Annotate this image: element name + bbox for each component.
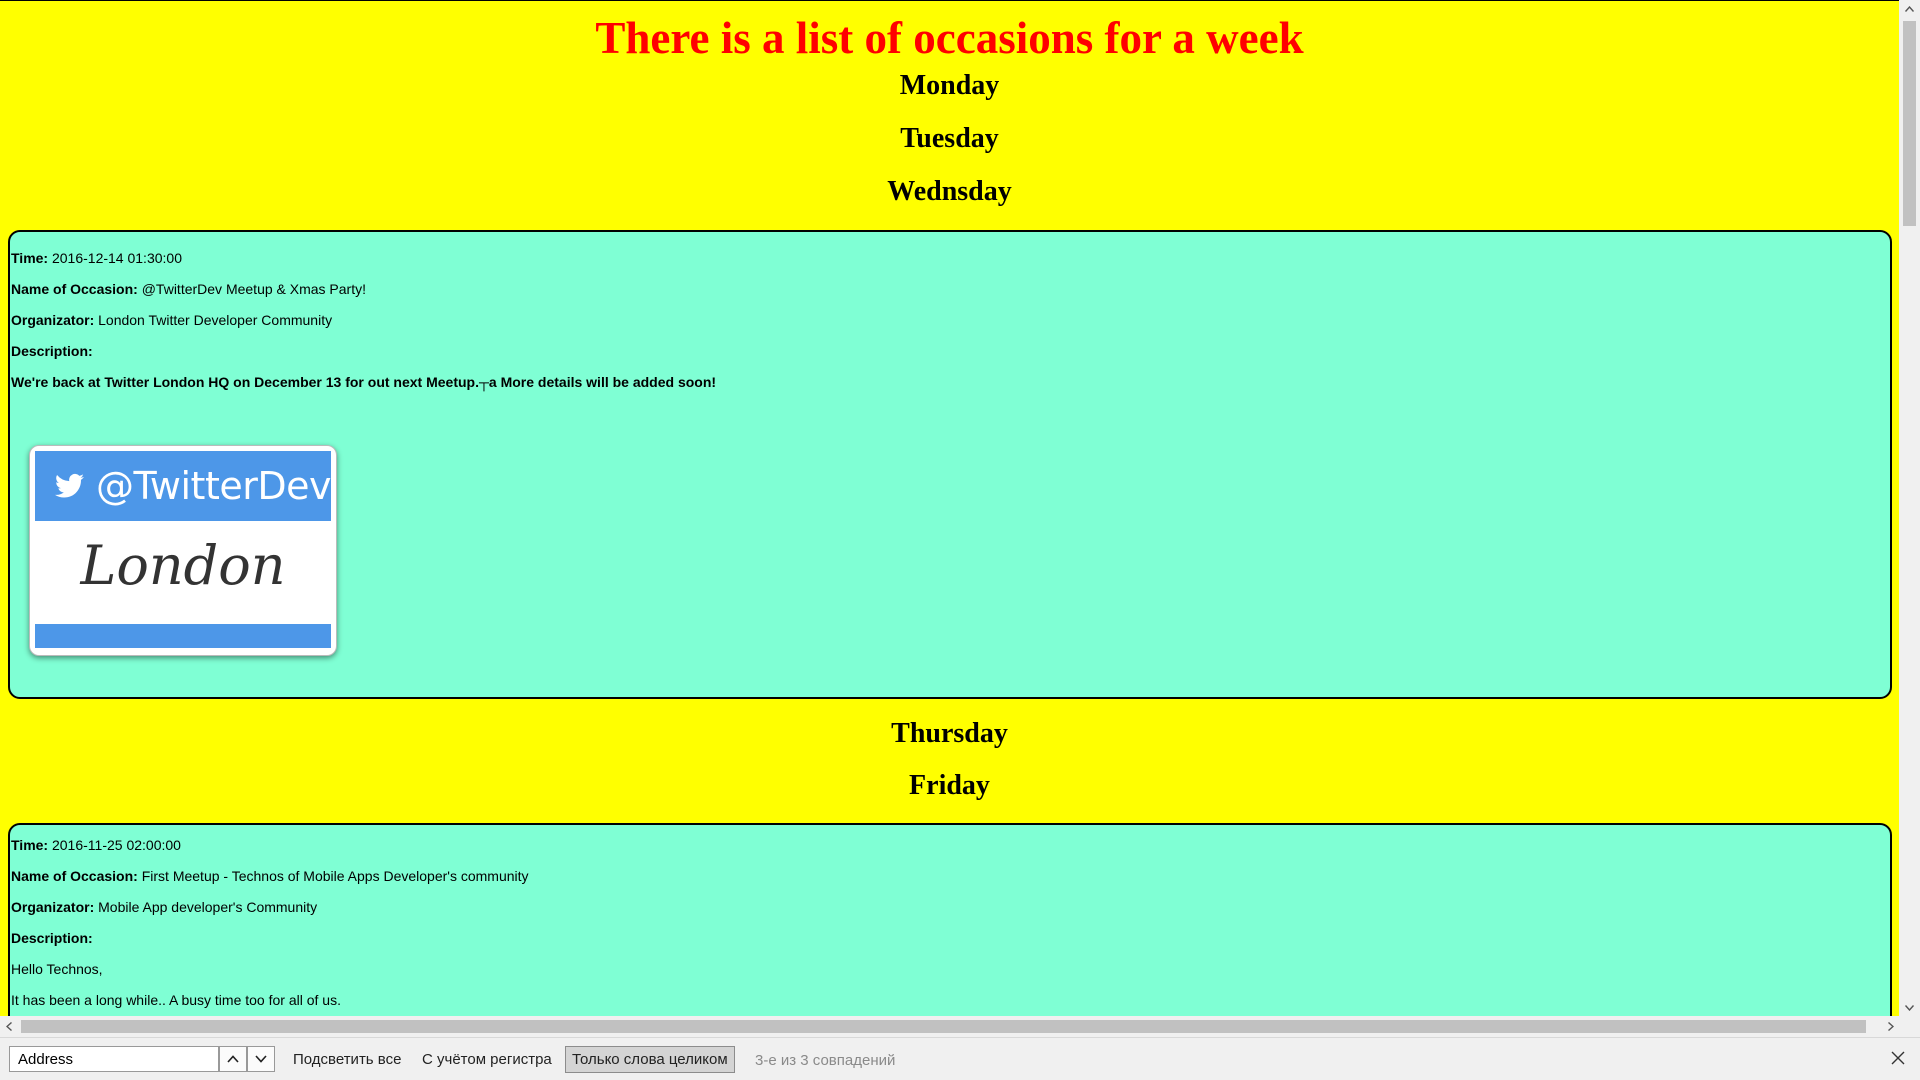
find-previous-button[interactable]	[219, 1046, 247, 1072]
badge-city: London	[80, 534, 286, 597]
badge-footer-bar	[35, 624, 331, 648]
scrollbar-corner	[1899, 1016, 1920, 1037]
find-search-input[interactable]	[9, 1046, 219, 1072]
event-organizer-row: Organizator: London Twitter Developer Co…	[11, 312, 332, 328]
match-case-toggle[interactable]: С учётом регистра	[415, 1046, 559, 1073]
day-heading-wednesday: Wednsday	[887, 176, 1012, 207]
event-time-row: Time: 2016-11-25 02:00:00	[11, 837, 181, 853]
find-match-status: 3-е из 3 совпадений	[755, 1052, 896, 1069]
scroll-left-arrow-icon[interactable]	[0, 1016, 17, 1037]
event-organizer-value: Mobile App developer's Community	[98, 899, 318, 915]
scroll-right-arrow-icon[interactable]	[1882, 1016, 1899, 1037]
badge-header: @TwitterDev	[35, 451, 332, 521]
day-heading-tuesday: Tuesday	[900, 123, 999, 154]
event-description-text: We're back at Twitter London HQ on Decem…	[11, 374, 717, 390]
event-name-label: Name of Occasion:	[11, 281, 138, 297]
event-name-value: First Meetup - Technos of Mobile Apps De…	[141, 868, 529, 884]
day-heading-friday: Friday	[909, 770, 990, 801]
vertical-scrollbar[interactable]	[1899, 0, 1920, 1016]
find-bar: Подсветить все С учётом регистра Только …	[0, 1037, 1920, 1080]
whole-words-toggle[interactable]: Только слова целиком	[565, 1046, 735, 1073]
highlight-all-toggle[interactable]: Подсветить все	[286, 1046, 408, 1073]
horizontal-scrollbar[interactable]	[0, 1016, 1899, 1037]
badge-handle: @TwitterDev	[96, 464, 332, 508]
event-organizer-row: Organizator: Mobile App developer's Comm…	[11, 899, 317, 915]
twitterdev-london-image: @TwitterDev London	[29, 445, 337, 656]
page-viewport: There is a list of occasions for a week …	[0, 0, 1899, 1016]
close-icon	[1891, 1051, 1905, 1065]
event-description-label: Description:	[11, 930, 93, 946]
event-organizer-label: Organizator:	[11, 899, 95, 915]
event-description-line: Hello Technos,	[11, 961, 103, 977]
event-time-value: 2016-12-14 01:30:00	[51, 250, 182, 266]
scroll-up-arrow-icon[interactable]	[1899, 0, 1920, 17]
day-heading-monday: Monday	[899, 70, 1000, 101]
event-name-value: @TwitterDev Meetup & Xmas Party!	[141, 281, 366, 297]
event-name-label: Name of Occasion:	[11, 868, 138, 884]
find-next-button[interactable]	[247, 1046, 275, 1072]
event-card: Time: 2016-11-25 02:00:00 Name of Occasi…	[8, 823, 1892, 1016]
twitter-bird-icon	[55, 473, 84, 498]
event-time-label: Time:	[11, 250, 49, 266]
day-heading-thursday: Thursday	[891, 718, 1008, 749]
event-name-row: Name of Occasion: @TwitterDev Meetup & X…	[11, 281, 366, 297]
horizontal-scroll-thumb[interactable]	[21, 1020, 1866, 1033]
close-find-bar-button[interactable]	[1888, 1048, 1908, 1068]
event-description-row: Description:	[11, 930, 93, 946]
event-organizer-label: Organizator:	[11, 312, 95, 328]
event-time-row: Time: 2016-12-14 01:30:00	[11, 250, 182, 266]
page-title: There is a list of occasions for a week	[595, 13, 1304, 63]
event-description-label: Description:	[11, 343, 93, 359]
event-name-row: Name of Occasion: First Meetup - Technos…	[11, 868, 529, 884]
event-organizer-value: London Twitter Developer Community	[98, 312, 333, 328]
event-description-line: It has been a long while.. A busy time t…	[11, 992, 341, 1008]
event-card: Time: 2016-12-14 01:30:00 Name of Occasi…	[8, 230, 1892, 699]
vertical-scroll-thumb[interactable]	[1903, 21, 1916, 226]
chevron-up-icon	[227, 1055, 239, 1063]
event-description-row: Description:	[11, 343, 93, 359]
event-time-label: Time:	[11, 837, 49, 853]
chevron-down-icon	[255, 1055, 267, 1063]
event-time-value: 2016-11-25 02:00:00	[51, 837, 181, 853]
scroll-down-arrow-icon[interactable]	[1899, 999, 1920, 1016]
